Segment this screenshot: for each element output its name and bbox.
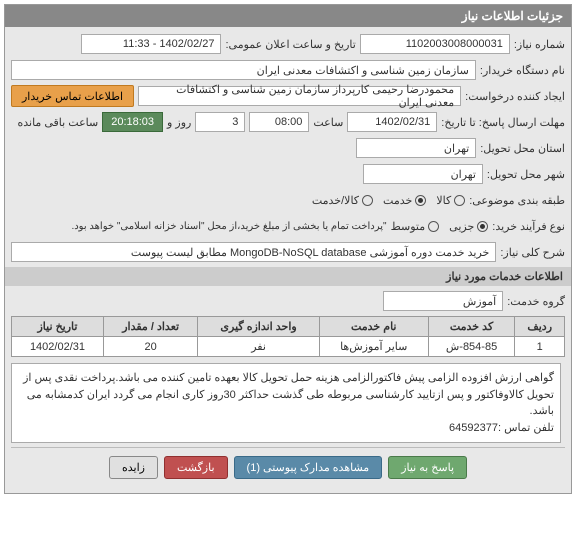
details-panel: جزئیات اطلاعات نیاز شماره نیاز: 11020030… — [4, 4, 572, 494]
desc-label: شرح کلی نیاز: — [500, 246, 565, 259]
creator-field: محمودرضا رحیمی کارپرداز سازمان زمین شناس… — [138, 86, 461, 106]
excess-button[interactable]: زایده — [109, 456, 158, 479]
radio-medium[interactable]: متوسط — [391, 220, 440, 233]
services-table: ردیف کد خدمت نام خدمت واحد اندازه گیری ت… — [11, 316, 565, 357]
subject-type-label: طبقه بندی موضوعی: — [469, 194, 565, 207]
th-code: کد خدمت — [428, 317, 515, 337]
radio-minor[interactable]: جزیی — [449, 220, 488, 233]
back-button[interactable]: بازگشت — [164, 456, 228, 479]
radio-icon — [415, 195, 426, 206]
services-header: اطلاعات خدمات مورد نیاز — [5, 267, 571, 286]
hour-label: ساعت — [313, 116, 343, 129]
th-name: نام خدمت — [319, 317, 428, 337]
creator-label: ایجاد کننده درخواست: — [465, 90, 565, 103]
deadline-hour-field: 08:00 — [249, 112, 309, 132]
group-label: گروه خدمت: — [507, 295, 565, 308]
th-qty: تعداد / مقدار — [103, 317, 197, 337]
table-header-row: ردیف کد خدمت نام خدمت واحد اندازه گیری ت… — [12, 317, 565, 337]
panel-title: جزئیات اطلاعات نیاز — [5, 5, 571, 27]
radio-goods[interactable]: کالا — [436, 194, 465, 207]
th-unit: واحد اندازه گیری — [198, 317, 319, 337]
button-bar: پاسخ به نیاز مشاهده مدارک پیوستی (1) باز… — [11, 447, 565, 487]
days-field: 3 — [195, 112, 245, 132]
need-no-field: 1102003008000031 — [360, 34, 510, 54]
city-field: تهران — [363, 164, 483, 184]
days-label: روز و — [167, 116, 191, 129]
province-label: استان محل تحویل: — [480, 142, 565, 155]
radio-service[interactable]: خدمت — [383, 194, 426, 207]
th-row: ردیف — [515, 317, 565, 337]
buyer-field: سازمان زمین شناسی و اکتشافات معدنی ایران — [11, 60, 476, 80]
announce-field: 1402/02/27 - 11:33 — [81, 34, 221, 54]
desc-field: خرید خدمت دوره آموزشی MongoDB-NoSQL data… — [11, 242, 496, 262]
radio-icon — [362, 195, 373, 206]
contact-buyer-button[interactable]: اطلاعات تماس خریدار — [11, 85, 134, 107]
buyer-notes: گواهی ارزش افزوده الزامی پیش فاکتورالزام… — [11, 363, 561, 443]
process-radios: جزیی متوسط — [391, 220, 489, 233]
panel-body: شماره نیاز: 1102003008000031 تاریخ و ساع… — [5, 27, 571, 493]
group-field: آموزش — [383, 291, 503, 311]
announce-label: تاریخ و ساعت اعلان عمومی: — [225, 38, 355, 51]
table-row: 1 854-85-ش سایر آموزش‌ها نفر 20 1402/02/… — [12, 337, 565, 357]
radio-icon — [428, 221, 439, 232]
subject-type-radios: کالا خدمت کالا/خدمت — [312, 194, 465, 207]
remain-label: ساعت باقی مانده — [17, 116, 98, 129]
radio-both[interactable]: کالا/خدمت — [312, 194, 373, 207]
countdown-timer: 20:18:03 — [102, 112, 163, 132]
radio-icon — [454, 195, 465, 206]
buyer-label: نام دستگاه خریدار: — [480, 64, 565, 77]
respond-button[interactable]: پاسخ به نیاز — [388, 456, 467, 479]
process-label: نوع فرآیند خرید: — [492, 220, 565, 233]
deadline-label: مهلت ارسال پاسخ: تا تاریخ: — [441, 116, 565, 129]
process-note: "پرداخت تمام یا بخشی از مبلغ خرید،از محل… — [71, 221, 386, 232]
province-field: تهران — [356, 138, 476, 158]
need-no-label: شماره نیاز: — [514, 38, 565, 51]
th-date: تاریخ نیاز — [12, 317, 104, 337]
city-label: شهر محل تحویل: — [487, 168, 565, 181]
deadline-date-field: 1402/02/31 — [347, 112, 437, 132]
radio-icon — [477, 221, 488, 232]
attachments-button[interactable]: مشاهده مدارک پیوستی (1) — [234, 456, 383, 479]
